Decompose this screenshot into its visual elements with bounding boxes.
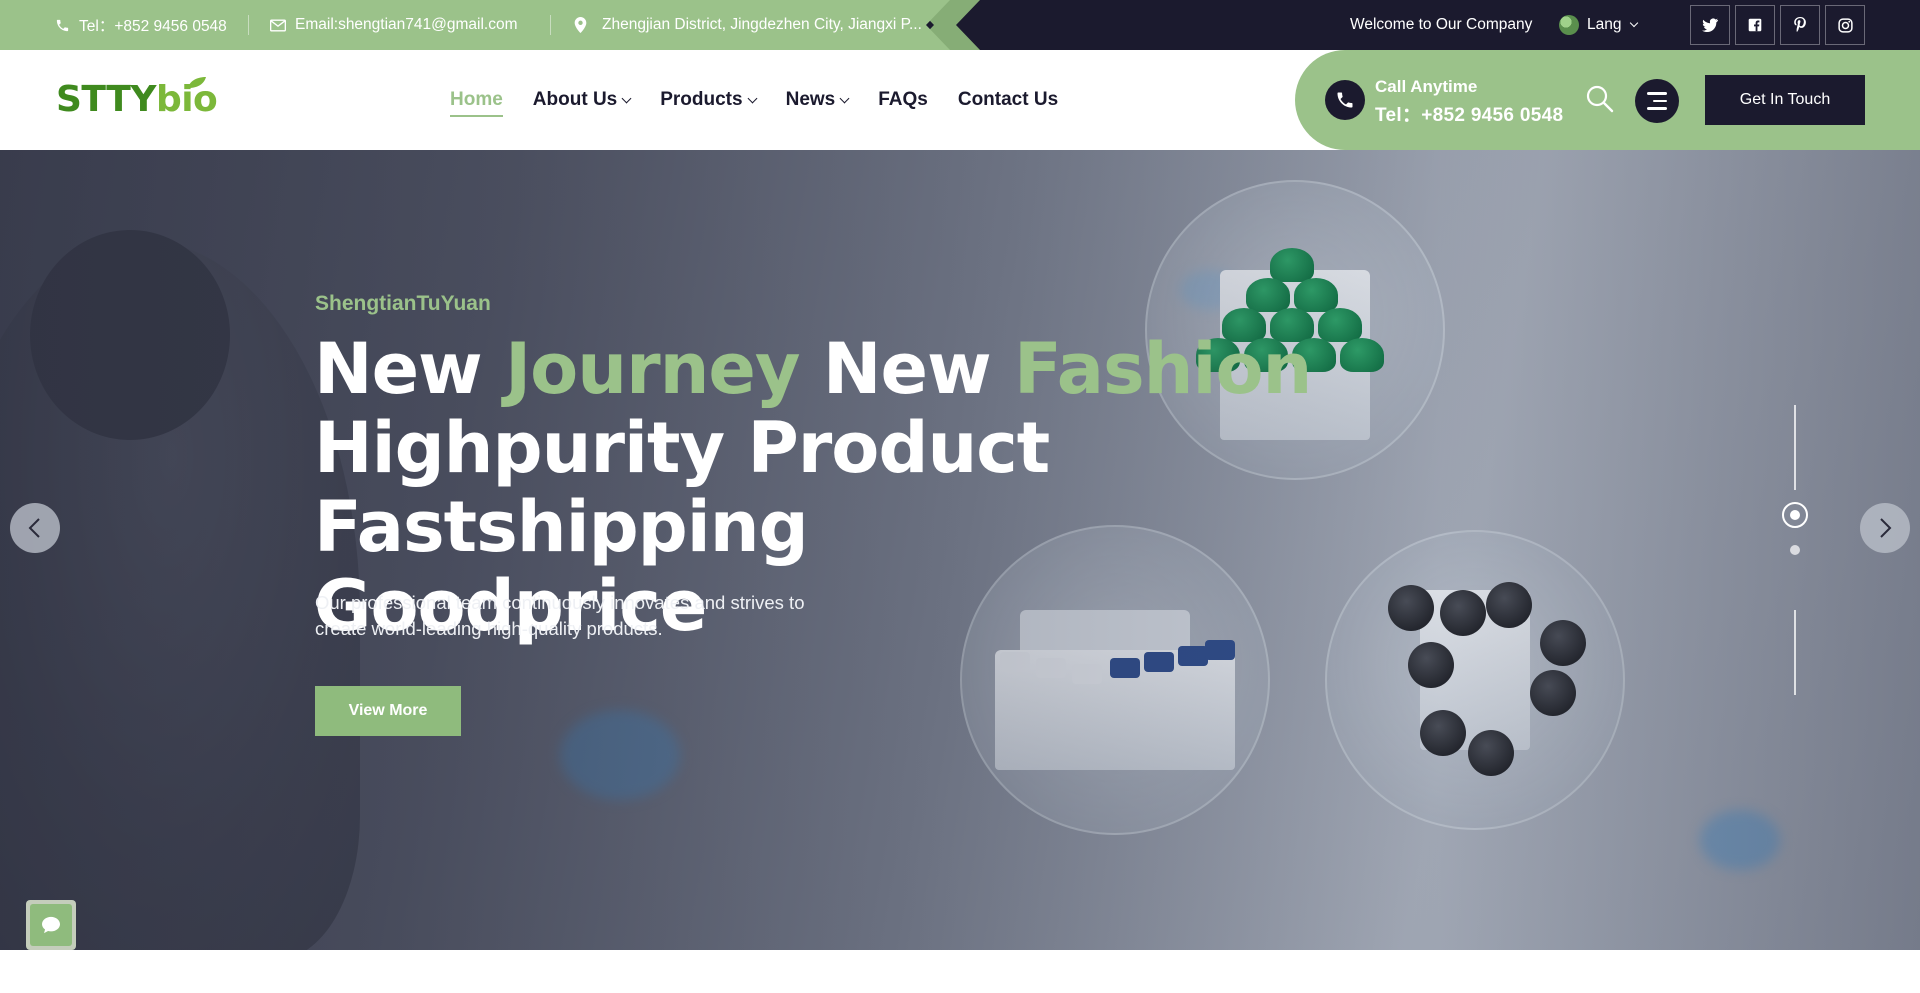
phone-icon	[1337, 92, 1353, 108]
prev-slide-button[interactable]	[10, 503, 60, 553]
chevron-down-icon	[1630, 18, 1639, 28]
nav-item-news[interactable]: News	[785, 89, 850, 111]
logo-text-main: STTY	[56, 79, 156, 120]
search-icon	[1586, 85, 1614, 113]
slide-dot-1[interactable]	[1782, 502, 1808, 528]
menu-line	[1647, 92, 1667, 95]
phone-icon	[56, 19, 69, 31]
hero-eyebrow: ShengtianTuYuan	[315, 292, 491, 315]
menu-line	[1647, 107, 1667, 110]
hamburger-menu-button[interactable]	[1635, 79, 1679, 123]
topbar-address-text: Zhengjian District, Jingdezhen City, Jia…	[602, 16, 922, 33]
pinterest-icon	[1794, 17, 1806, 32]
topbar-phone-text: Tel：+852 9456 0548	[79, 18, 227, 35]
get-in-touch-button[interactable]: Get In Touch	[1705, 75, 1865, 125]
topbar-email-text: Email:shengtian741@gmail.com	[295, 16, 518, 33]
leaf-icon	[188, 77, 206, 88]
instagram-icon	[1837, 17, 1853, 33]
language-label: Lang	[1587, 16, 1622, 33]
nav-label: Home	[450, 89, 503, 110]
language-selector[interactable]: Lang	[1559, 0, 1639, 50]
call-anytime-label: Call Anytime	[1375, 77, 1478, 96]
nav-label: About Us	[532, 89, 618, 110]
pagination-line-bottom	[1794, 610, 1796, 695]
pinterest-link[interactable]	[1780, 5, 1820, 45]
nav-item-about-us[interactable]: About Us	[532, 89, 632, 111]
pagination-line-top	[1794, 405, 1796, 490]
menu-line	[1653, 99, 1667, 103]
nav-item-products[interactable]: Products	[660, 89, 758, 111]
nav-label: News	[785, 89, 836, 110]
facebook-link[interactable]	[1735, 5, 1775, 45]
welcome-text: Welcome to Our Company	[1350, 16, 1533, 33]
hero-description: Our professional team continuously innov…	[315, 592, 805, 639]
logo[interactable]: STTY bio	[56, 77, 218, 120]
chevron-down-icon	[747, 93, 758, 103]
chat-widget-button[interactable]	[26, 900, 76, 950]
topbar-address: Zhengjian District, Jingdezhen City, Jia…	[574, 0, 922, 50]
chevron-down-icon	[621, 93, 632, 103]
top-bar: Tel：+852 9456 0548 Email:shengtian741@gm…	[0, 0, 1920, 50]
main-nav: Home About Us Products News FAQs Contact…	[450, 50, 1058, 150]
twitter-link[interactable]	[1690, 5, 1730, 45]
hero-slider: ShengtianTuYuan New Journey New Fashion …	[0, 150, 1920, 950]
call-number[interactable]: Tel：+852 9456 0548	[1375, 100, 1563, 127]
chevron-left-icon	[28, 518, 40, 538]
divider	[248, 15, 249, 35]
view-more-button[interactable]: View More	[315, 686, 461, 736]
facebook-icon	[1748, 18, 1762, 32]
search-button[interactable]	[1585, 84, 1615, 114]
nav-item-faqs[interactable]: FAQs	[878, 89, 928, 111]
nav-item-contact-us[interactable]: Contact Us	[958, 89, 1058, 111]
globe-icon	[1559, 15, 1579, 35]
nav-label: Products	[660, 89, 743, 110]
next-slide-button[interactable]	[1860, 503, 1910, 553]
nav-label: FAQs	[878, 89, 928, 110]
divider	[550, 15, 551, 35]
main-header: STTY bio Home About Us Products News FAQs…	[0, 50, 1920, 150]
call-panel: Call Anytime Tel：+852 9456 0548 Get In T…	[1295, 50, 1920, 150]
envelope-icon	[270, 19, 286, 31]
chevron-right-icon	[1880, 518, 1892, 538]
nav-label: Contact Us	[957, 89, 1059, 110]
slide-dot-2[interactable]	[1790, 545, 1800, 555]
twitter-icon	[1702, 18, 1718, 32]
topbar-email[interactable]: Email:shengtian741@gmail.com	[270, 0, 518, 50]
nav-item-home[interactable]: Home	[450, 89, 503, 117]
chevron-down-icon	[839, 93, 850, 103]
chat-bubble-icon	[42, 916, 60, 934]
location-pin-icon	[574, 17, 587, 33]
instagram-link[interactable]	[1825, 5, 1865, 45]
phone-button[interactable]	[1325, 80, 1365, 120]
topbar-phone[interactable]: Tel：+852 9456 0548	[55, 0, 227, 50]
